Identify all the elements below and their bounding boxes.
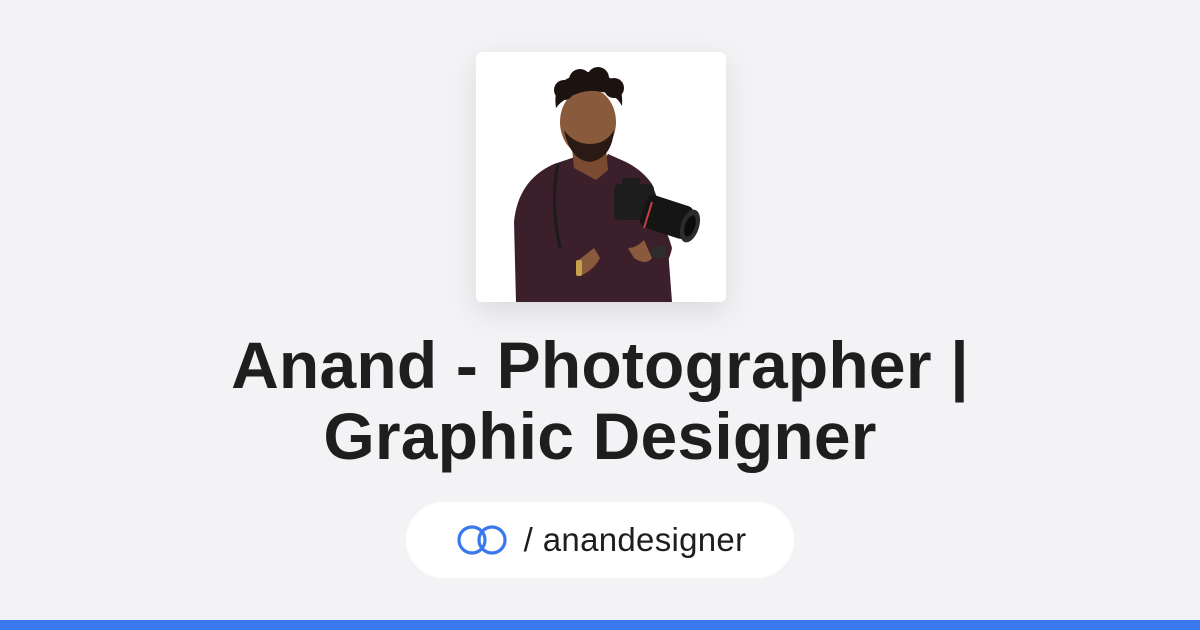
page-title-line-1: Anand - Photographer | (231, 328, 969, 402)
avatar-photo (514, 67, 701, 302)
page-title: Anand - Photographer | Graphic Designer (150, 330, 1050, 472)
linked-rings-icon (454, 523, 510, 557)
accent-bar (0, 620, 1200, 630)
profile-preview: Anand - Photographer | Graphic Designer … (0, 0, 1200, 620)
profile-handle-link[interactable]: / anandesigner (406, 502, 794, 578)
page-title-line-2: Graphic Designer (323, 399, 877, 473)
username: anandesigner (542, 521, 747, 558)
handle-separator: / (523, 521, 533, 558)
avatar (476, 52, 726, 302)
